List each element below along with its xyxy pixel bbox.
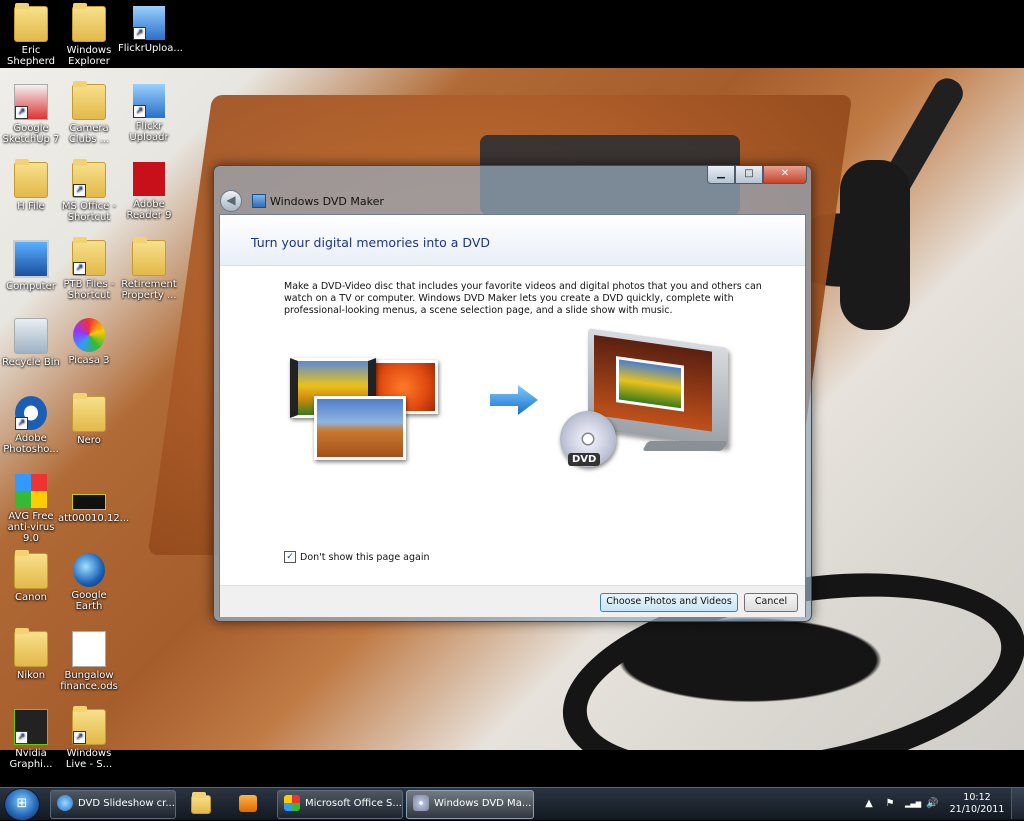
dvd-maker-window: ▁ □ ✕ ◀ Windows DVD Maker Turn your digi… <box>213 165 812 622</box>
windows-explorer-icon <box>191 792 211 814</box>
caption-buttons: ▁ □ ✕ <box>707 166 807 184</box>
desktop-icon-eric-shepherd[interactable]: Eric Shepherd <box>0 3 62 67</box>
tv-stand <box>642 441 728 451</box>
adobe-photoshop-icon: ↗ <box>15 396 47 430</box>
recycle-bin-icon <box>14 318 48 354</box>
desktop-icon-ms-office-shortcut[interactable]: ↗ MS Office - Shortcut <box>58 159 120 223</box>
folder-icon <box>132 237 166 276</box>
internet-explorer-icon <box>57 795 73 811</box>
picasa-icon <box>73 318 105 352</box>
folder-shortcut-icon: ↗ <box>72 159 106 198</box>
folder-icon <box>72 81 106 120</box>
title-row: ◀ Windows DVD Maker <box>220 190 384 212</box>
desktop-icon-nikon[interactable]: Nikon <box>0 628 62 681</box>
show-desktop-button[interactable] <box>1011 788 1024 819</box>
maximize-button[interactable]: □ <box>735 166 763 184</box>
dialog-content: Turn your digital memories into a DVD Ma… <box>219 214 806 617</box>
folder-icon <box>14 628 48 667</box>
close-button[interactable]: ✕ <box>763 166 807 184</box>
user-folder-icon <box>14 3 48 42</box>
start-button[interactable]: ⊞ <box>4 788 40 821</box>
dont-show-again-checkbox[interactable]: ✓ <box>284 551 296 563</box>
intro-text: Make a DVD-Video disc that includes your… <box>284 281 762 316</box>
dvd-label: DVD <box>568 453 601 466</box>
desktop-icon-flickr-uploadr[interactable]: ↗ Flickr Uploadr <box>118 84 180 143</box>
taskbar-pinned-windows-explorer[interactable] <box>182 790 218 817</box>
nero-icon <box>72 393 106 432</box>
nvidia-icon: ↗ <box>14 709 48 745</box>
desktop-icon-retirement-property[interactable]: Retirement Property ... <box>118 237 180 301</box>
desktop-icon-ptb-files[interactable]: ↗ PTB Files - Shortcut <box>58 237 120 301</box>
choose-photos-and-videos-button[interactable]: Choose Photos and Videos <box>600 593 738 612</box>
right-arrow-icon <box>490 385 538 415</box>
desktop-icon-computer[interactable]: Computer <box>0 240 62 292</box>
desktop-icon-adobe-photoshop[interactable]: ↗ Adobe Photosho... <box>0 396 62 455</box>
dialog-footer: Choose Photos and Videos Cancel <box>220 585 805 617</box>
desktop-icon-avg[interactable]: AVG Free anti-virus 9.0 <box>0 474 62 544</box>
desktop-icon-canon[interactable]: Canon <box>0 550 62 603</box>
folder-icon <box>14 159 48 198</box>
desktop-icon-nero[interactable]: Nero <box>58 393 120 446</box>
cancel-button[interactable]: Cancel <box>744 593 798 612</box>
desktop-icon-windows-live[interactable]: ↗ Windows Live - S... <box>58 706 120 770</box>
desert-photo <box>314 396 406 460</box>
taskbar-item-microsoft-office[interactable]: Microsoft Office S... <box>277 790 403 819</box>
computer-icon <box>13 240 49 278</box>
desktop-icon-h-file[interactable]: H File <box>0 159 62 212</box>
google-earth-icon <box>73 553 105 587</box>
dont-show-again-label: Don't show this page again <box>300 551 430 563</box>
dvd-maker-app-icon <box>252 194 266 208</box>
minimize-button[interactable]: ▁ <box>707 166 735 184</box>
tv-dvd-illustration: DVD <box>560 328 740 473</box>
desktop-icon-camera-clubs[interactable]: Camera Clubs ... <box>58 81 120 145</box>
taskbar: ⊞ DVD Slideshow cr... Microsoft Office S… <box>0 787 1024 821</box>
windows-dvd-maker-icon <box>413 795 429 811</box>
desktop-icon-google-sketchup[interactable]: ↗ Google SketchUp 7 <box>0 84 62 145</box>
folder-shortcut-icon: ↗ <box>72 237 106 276</box>
header-band: Turn your digital memories into a DVD <box>220 215 805 266</box>
network-signal-icon[interactable]: ▂▄▆ <box>905 800 921 808</box>
window-title: Windows DVD Maker <box>270 194 384 208</box>
volume-icon[interactable]: 🔊 <box>926 798 938 809</box>
action-center-flag-icon[interactable]: ⚑ <box>884 798 896 809</box>
flickr-uploadr-icon: ↗ <box>133 6 165 40</box>
windows-explorer-icon <box>72 3 106 42</box>
media-player-icon <box>239 795 257 812</box>
tv-screen <box>594 335 712 432</box>
google-sketchup-icon: ↗ <box>14 84 48 120</box>
desktop-icon-nvidia[interactable]: ↗ Nvidia Graphi... <box>0 709 62 770</box>
clock-time: 10:12 <box>963 791 991 803</box>
desktop-icon-att00010[interactable]: att00010.12... <box>58 474 129 524</box>
back-button[interactable]: ◀ <box>220 190 242 212</box>
desktop-icon-bungalow-finance[interactable]: Bungalow finance.ods <box>58 631 120 692</box>
avg-antivirus-icon <box>15 474 47 508</box>
image-file-icon <box>72 494 106 510</box>
clock-date: 21/10/2011 <box>949 803 1005 815</box>
taskbar-pinned-media-player[interactable] <box>230 790 266 817</box>
show-hidden-icons-arrow-icon[interactable]: ▲ <box>863 798 875 809</box>
spreadsheet-file-icon <box>72 631 106 667</box>
folder-shortcut-icon: ↗ <box>72 706 106 745</box>
dont-show-again-option[interactable]: ✓ Don't show this page again <box>284 551 430 563</box>
desktop-icon-picasa[interactable]: Picasa 3 <box>58 318 120 366</box>
system-tray: ▲ ⚑ ▂▄▆ 🔊 10:12 21/10/2011 <box>863 788 1024 819</box>
adobe-reader-icon <box>133 162 165 196</box>
taskbar-item-windows-dvd-maker[interactable]: Windows DVD Ma... <box>406 790 534 819</box>
desktop-icon-recycle-bin[interactable]: Recycle Bin <box>0 318 62 368</box>
ms-office-icon <box>284 795 300 811</box>
desktop-icon-adobe-reader[interactable]: Adobe Reader 9 <box>118 162 180 221</box>
desktop-icon-google-earth[interactable]: Google Earth <box>58 553 120 612</box>
flickr-uploadr-icon: ↗ <box>133 84 165 118</box>
photos-illustration <box>286 358 446 463</box>
folder-icon <box>14 550 48 589</box>
taskbar-item-dvd-slideshow[interactable]: DVD Slideshow cr... <box>50 790 176 819</box>
page-title: Turn your digital memories into a DVD <box>251 235 490 250</box>
desktop-icon-flickruploa[interactable]: ↗ FlickrUploa... <box>118 6 183 54</box>
desktop-icon-windows-explorer[interactable]: Windows Explorer <box>58 3 120 67</box>
clock[interactable]: 10:12 21/10/2011 <box>947 792 1007 816</box>
